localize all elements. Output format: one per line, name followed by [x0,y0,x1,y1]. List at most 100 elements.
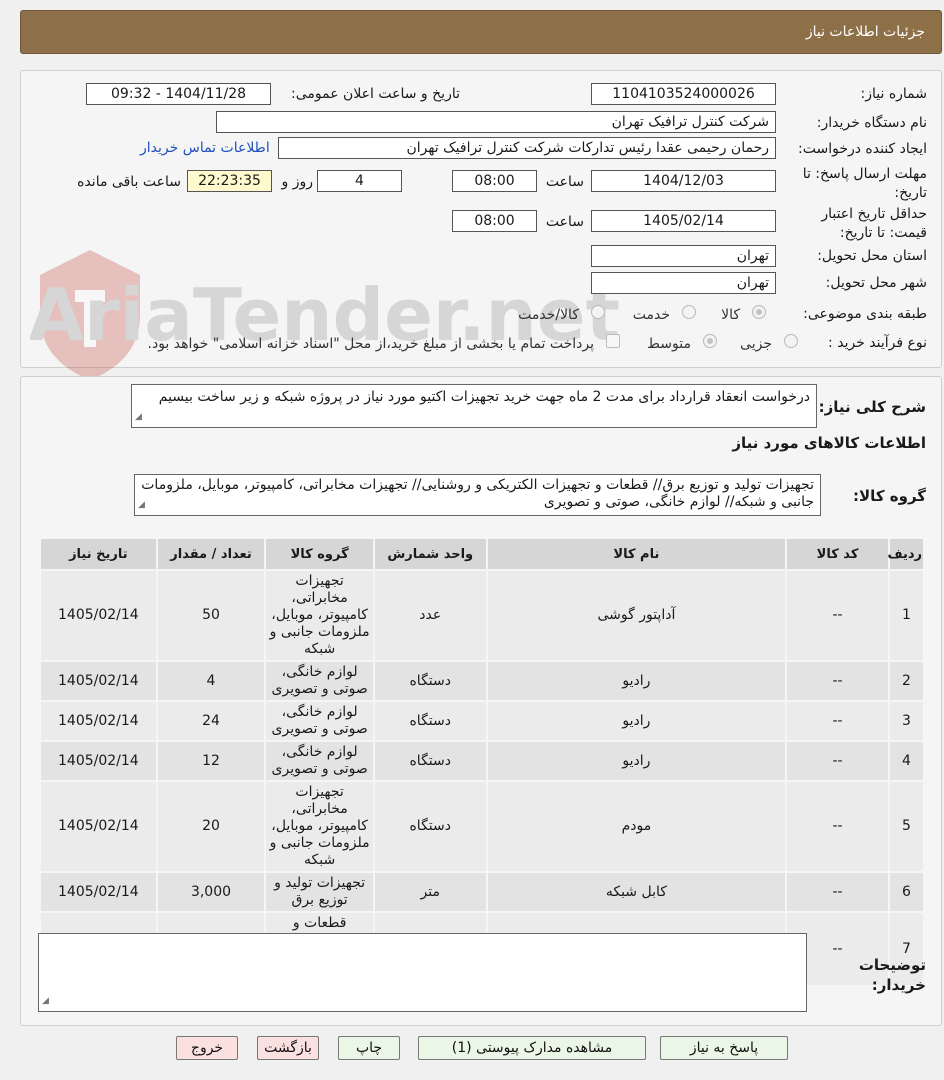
col-header-code: کد کالا [785,537,890,571]
table-row: 1 -- آداپتور گوشی عدد تجهیزات مخابراتی، … [39,569,926,662]
cell-name: رادیو [485,700,788,742]
col-header-date: تاریخ نیاز [39,537,158,571]
cell-date: 1405/02/14 [39,569,158,662]
cell-unit: دستگاه [372,700,488,742]
announce-field: 1404/11/28 - 09:32 [86,83,271,105]
table-row: 5 -- مودم دستگاه تجهیزات مخابراتی، کامپی… [39,780,926,873]
cell-qty: 3,000 [155,871,267,913]
cell-row-num: 5 [887,780,926,873]
col-header-unit: واحد شمارش [372,537,488,571]
reply-button[interactable]: پاسخ به نیاز [660,1036,788,1060]
cell-name: کابل شبکه [485,871,788,913]
cell-row-num: 6 [887,871,926,913]
cell-group: لوازم خانگی، صوتی و تصویری [264,700,375,742]
cell-date: 1405/02/14 [39,740,158,782]
need-number-label: شماره نیاز: [860,86,928,102]
process-option-medium: متوسط [647,336,691,352]
cell-date: 1405/02/14 [39,780,158,873]
validity-label: حداقل تاریخ اعتبار قیمت: تا تاریخ: [821,206,927,241]
remaining-time-field: 22:23:35 [187,170,272,192]
cell-group: تجهیزات مخابراتی، کامپیوتر، موبایل، ملزو… [264,569,375,662]
remaining-label: ساعت باقی مانده [77,174,181,190]
cell-qty: 20 [155,780,267,873]
exit-button[interactable]: خروج [176,1036,238,1060]
days-label: روز و [281,174,314,190]
cell-name: آداپتور گوشی [485,569,788,662]
cell-group: تجهیزات تولید و توزیع برق [264,871,375,913]
buyer-label: نام دستگاه خریدار: [816,115,927,131]
resize-grip-icon[interactable]: ◢ [135,408,142,426]
cell-qty: 4 [155,660,267,702]
category-option-goods: کالا [721,307,740,323]
cell-unit: دستگاه [372,660,488,702]
cell-group: لوازم خانگی، صوتی و تصویری [264,740,375,782]
table-row: 6 -- کابل شبکه متر تجهیزات تولید و توزیع… [39,871,926,913]
cell-code: -- [785,780,890,873]
announce-label: تاریخ و ساعت اعلان عمومی: [291,86,460,102]
col-header-qty: تعداد / مقدار [155,537,267,571]
goods-group-text: تجهیزات تولید و توزیع برق// قطعات و تجهی… [141,477,814,510]
cell-row-num: 4 [887,740,926,782]
deadline-date-field: 1404/12/03 [591,170,776,192]
cell-row-num: 3 [887,700,926,742]
cell-date: 1405/02/14 [39,660,158,702]
table-row: 2 -- رادیو دستگاه لوازم خانگی، صوتی و تص… [39,660,926,702]
category-radio-service[interactable] [682,305,696,319]
cell-unit: متر [372,871,488,913]
table-row: 3 -- رادیو دستگاه لوازم خانگی، صوتی و تص… [39,700,926,742]
validity-time-label: ساعت [545,214,584,230]
category-label: طبقه بندی موضوعی: [803,306,927,322]
page-title: جزئیات اطلاعات نیاز [805,24,925,40]
print-button[interactable]: چاپ [338,1036,400,1060]
description-field: درخواست انعقاد قرارداد برای مدت 2 ماه جه… [131,384,817,428]
cell-code: -- [785,871,890,913]
cell-name: مودم [485,780,788,873]
city-label: شهر محل تحویل: [825,275,927,291]
table-header-row: ردیف کد کالا نام کالا واحد شمارش گروه کا… [39,537,926,571]
category-radio-goods-service[interactable] [591,305,605,319]
col-header-name: نام کالا [485,537,788,571]
process-radio-partial[interactable] [784,334,798,348]
validity-time-field: 08:00 [452,210,537,232]
cell-code: -- [785,660,890,702]
deadline-label: مهلت ارسال پاسخ: تا تاریخ: [802,166,927,201]
process-radio-medium[interactable] [703,334,717,348]
category-option-service: خدمت [632,307,670,323]
payment-note: پرداخت تمام یا بخشی از مبلغ خرید،از محل … [147,336,594,352]
goods-group-label: گروه کالا: [853,487,926,505]
process-label: نوع فرآیند خرید : [828,335,927,351]
cell-row-num: 1 [887,569,926,662]
cell-qty: 12 [155,740,267,782]
validity-date-field: 1405/02/14 [591,210,776,232]
category-radio-goods[interactable] [752,305,766,319]
process-option-partial: جزیی [740,336,772,352]
creator-label: ایجاد کننده درخواست: [798,141,927,157]
need-number-field: 1104103524000026 [591,83,776,105]
cell-name: رادیو [485,740,788,782]
resize-grip-icon[interactable]: ◢ [42,992,49,1010]
treasury-checkbox[interactable] [606,334,620,348]
cell-code: -- [785,569,890,662]
cell-unit: دستگاه [372,780,488,873]
deadline-time-label: ساعت [545,174,584,190]
goods-group-field: تجهیزات تولید و توزیع برق// قطعات و تجهی… [134,474,821,516]
resize-grip-icon[interactable]: ◢ [138,497,145,514]
buyer-contact-link[interactable]: اطلاعات تماس خریدار [140,140,270,156]
page-header: جزئیات اطلاعات نیاز [20,10,942,54]
goods-section-title: اطلاعات کالاهای مورد نیاز [732,434,926,452]
col-header-row-num: ردیف [887,537,926,571]
cell-date: 1405/02/14 [39,700,158,742]
description-text: درخواست انعقاد قرارداد برای مدت 2 ماه جه… [158,389,810,405]
cell-group: لوازم خانگی، صوتی و تصویری [264,660,375,702]
col-header-group: گروه کالا [264,537,375,571]
buyer-notes-label: توضیحات خریدار: [858,956,926,994]
cell-unit: دستگاه [372,740,488,782]
creator-field: رحمان رحیمی عقدا رئیس تدارکات شرکت کنترل… [278,137,776,159]
buyer-field: شرکت کنترل ترافیک تهران [216,111,776,133]
days-field: 4 [317,170,402,192]
attachments-button[interactable]: مشاهده مدارک پیوستی (1) [418,1036,646,1060]
description-label: شرح کلی نیاز: [818,398,926,416]
back-button[interactable]: بازگشت [257,1036,319,1060]
province-field: تهران [591,245,776,267]
cell-code: -- [785,740,890,782]
